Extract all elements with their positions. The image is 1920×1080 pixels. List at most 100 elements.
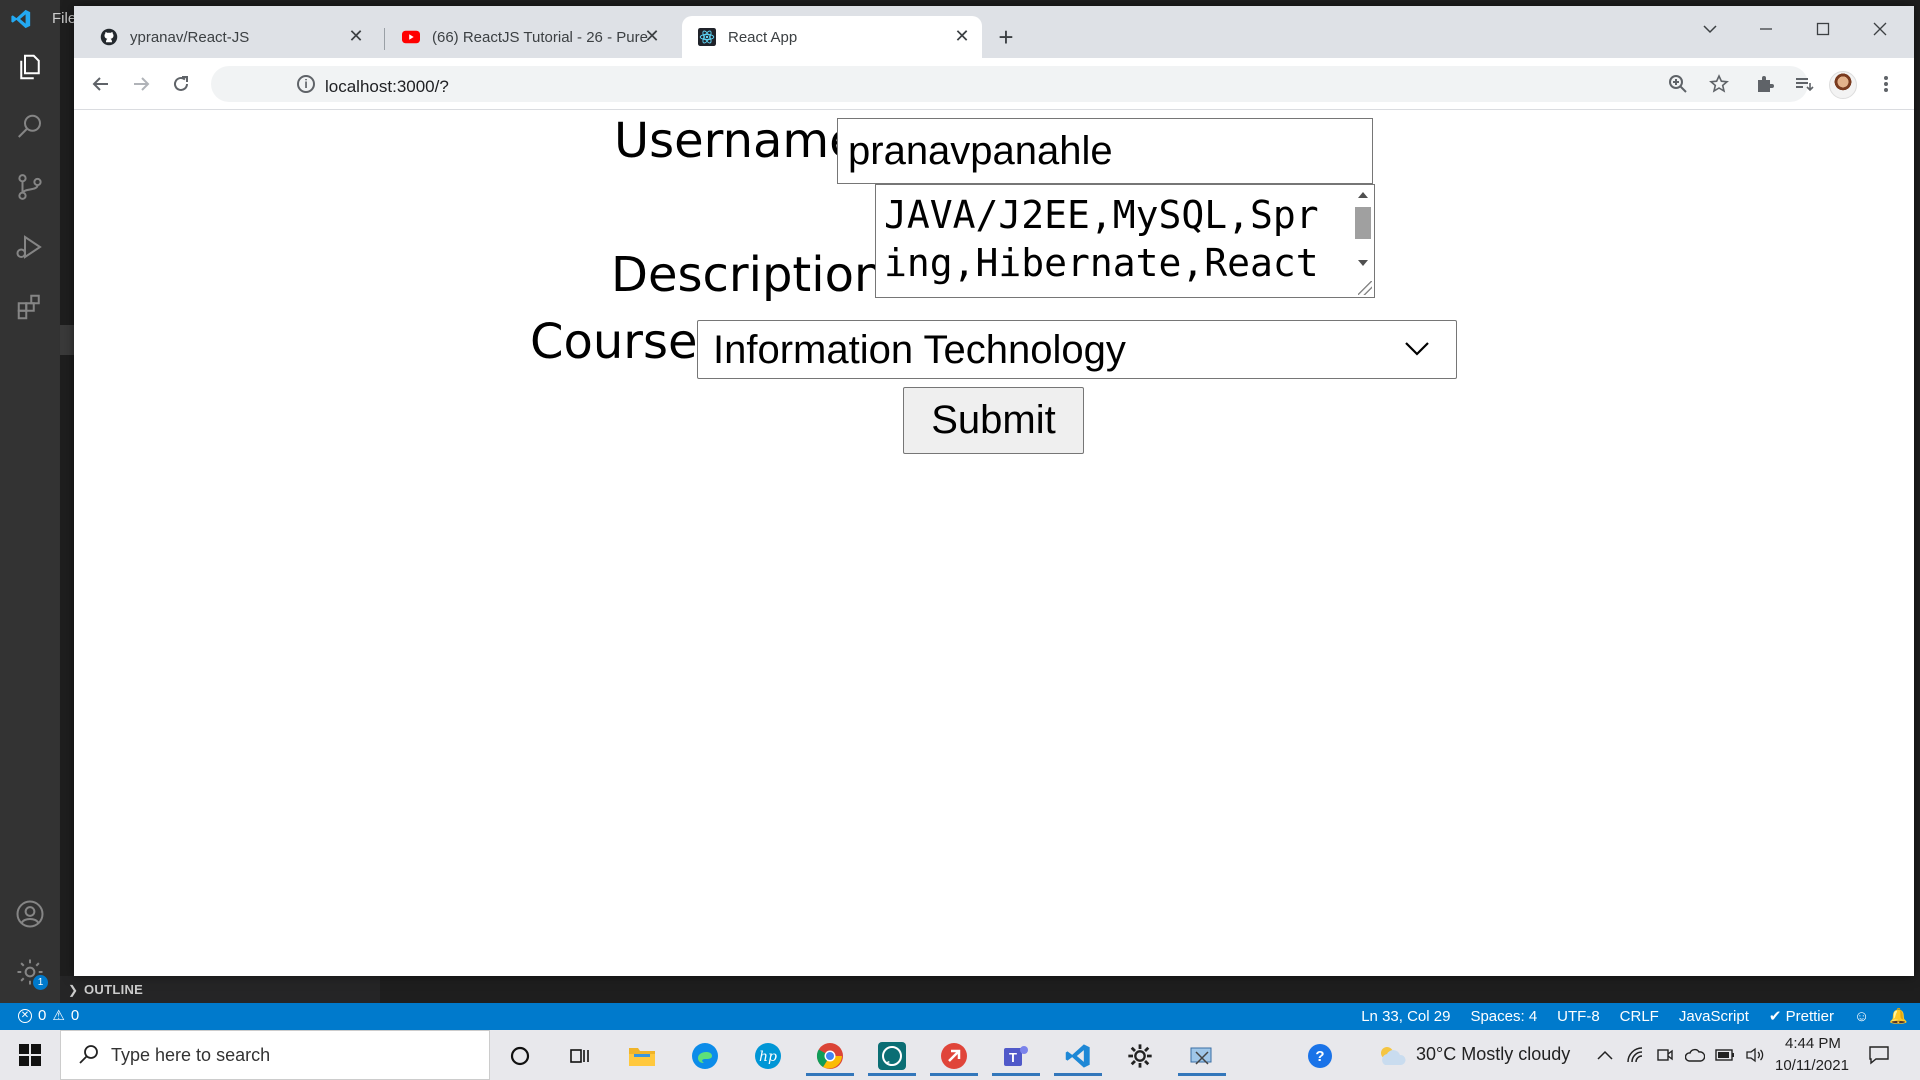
- url-text[interactable]: localhost:3000/?: [325, 77, 449, 97]
- weather-text[interactable]: 30°C Mostly cloudy: [1416, 1044, 1570, 1065]
- encoding[interactable]: UTF-8: [1557, 1008, 1600, 1025]
- scroll-down-icon[interactable]: [1358, 260, 1368, 266]
- help-icon[interactable]: ?: [1300, 1036, 1340, 1076]
- battery-icon[interactable]: [1714, 1044, 1736, 1066]
- profile-avatar[interactable]: [1829, 71, 1857, 99]
- scroll-thumb[interactable]: [1355, 207, 1371, 239]
- close-icon[interactable]: ✕: [642, 26, 662, 46]
- meet-camera-icon[interactable]: [1654, 1044, 1676, 1066]
- more-menu-icon[interactable]: [1874, 72, 1898, 96]
- source-control-icon[interactable]: [13, 170, 47, 204]
- task-view-icon[interactable]: [560, 1036, 600, 1076]
- volume-icon[interactable]: [1744, 1044, 1766, 1066]
- forward-button[interactable]: [126, 69, 156, 99]
- resize-handle-icon[interactable]: [1358, 281, 1372, 295]
- account-icon[interactable]: [13, 897, 47, 931]
- tab-title: (66) ReactJS Tutorial - 26 - Pure C: [432, 28, 648, 46]
- extensions-icon[interactable]: [13, 290, 47, 324]
- line-ending[interactable]: CRLF: [1620, 1008, 1659, 1025]
- cursor-position[interactable]: Ln 33, Col 29: [1361, 1008, 1450, 1025]
- zoom-icon[interactable]: [1666, 72, 1690, 96]
- vscode-taskbar-icon[interactable]: [1054, 1036, 1102, 1076]
- wifi-icon[interactable]: [1624, 1044, 1646, 1066]
- react-app-page: Username Description JAVA/J2EE,MySQL,Spr…: [74, 111, 1914, 976]
- onedrive-cloud-icon[interactable]: [1684, 1044, 1706, 1066]
- svg-text:T: T: [1009, 1050, 1017, 1065]
- textarea-scrollbar[interactable]: [1353, 186, 1373, 280]
- minimize-button[interactable]: [1746, 14, 1786, 44]
- active-app-indicator: [1054, 1073, 1102, 1076]
- reload-button[interactable]: [166, 69, 196, 99]
- new-tab-button[interactable]: +: [992, 24, 1020, 52]
- teams-icon[interactable]: T: [992, 1036, 1040, 1076]
- active-app-indicator: [992, 1073, 1040, 1076]
- problems-indicator[interactable]: ✕ 0 ⚠ 0: [18, 1007, 79, 1024]
- whatsapp-icon[interactable]: [868, 1036, 916, 1076]
- scroll-up-icon[interactable]: [1358, 192, 1368, 198]
- active-app-indicator: [930, 1073, 978, 1076]
- windows-start-icon[interactable]: [10, 1040, 50, 1070]
- tab-separator: [384, 28, 385, 50]
- settings-gear-icon[interactable]: 1: [13, 955, 48, 990]
- close-window-button[interactable]: [1860, 14, 1900, 44]
- warning-count: 0: [70, 1007, 80, 1024]
- error-icon: ✕: [18, 1008, 32, 1023]
- search-icon[interactable]: [13, 110, 47, 144]
- bookmark-star-icon[interactable]: [1707, 72, 1731, 96]
- vscode-logo-icon: [11, 9, 31, 29]
- explorer-icon[interactable]: [13, 50, 47, 84]
- username-input[interactable]: [837, 118, 1373, 184]
- snipping-tool-icon[interactable]: [1178, 1036, 1226, 1076]
- clock-date[interactable]: 10/11/2021: [1775, 1057, 1849, 1074]
- site-info-icon[interactable]: i: [297, 75, 315, 93]
- vscode-menu-file[interactable]: File: [52, 10, 76, 27]
- indentation[interactable]: Spaces: 4: [1470, 1008, 1537, 1025]
- vscode-status-bar: ✕ 0 ⚠ 0 Ln 33, Col 29 Spaces: 4 UTF-8 CR…: [0, 1003, 1920, 1030]
- chrome-icon[interactable]: [806, 1036, 854, 1076]
- github-icon: [100, 28, 118, 46]
- file-explorer-icon[interactable]: [622, 1036, 662, 1076]
- close-icon[interactable]: ✕: [952, 26, 972, 46]
- back-button[interactable]: [86, 69, 116, 99]
- course-select[interactable]: Information Technology: [697, 320, 1457, 379]
- feedback-icon[interactable]: ☺: [1854, 1008, 1869, 1025]
- extensions-puzzle-icon[interactable]: [1753, 72, 1777, 96]
- taskbar-search-box[interactable]: Type here to search: [60, 1030, 490, 1080]
- tab-youtube[interactable]: (66) ReactJS Tutorial - 26 - Pure C ✕: [386, 16, 672, 58]
- vscode-activity-bar: 1: [0, 0, 60, 1003]
- address-bar[interactable]: i localhost:3000/?: [211, 66, 1808, 102]
- edge-icon[interactable]: [685, 1036, 725, 1076]
- bell-icon[interactable]: 🔔: [1889, 1007, 1908, 1025]
- search-placeholder: Type here to search: [111, 1045, 271, 1065]
- course-label: Course: [530, 314, 698, 370]
- prettier-label: Prettier: [1785, 1008, 1834, 1025]
- notification-center-icon[interactable]: [1868, 1044, 1890, 1066]
- weather-cloud-icon[interactable]: [1372, 1036, 1412, 1076]
- tab-github[interactable]: ypranav/React-JS ✕: [84, 16, 376, 58]
- tab-search-chevron-icon[interactable]: [1690, 14, 1730, 44]
- hp-icon[interactable]: hp: [748, 1036, 788, 1076]
- browser-window: ypranav/React-JS ✕ (66) ReactJS Tutorial…: [74, 6, 1914, 976]
- settings-badge: 1: [33, 975, 48, 990]
- chevron-right-icon: ❯: [68, 983, 79, 997]
- tab-react-app[interactable]: React App ✕: [682, 16, 982, 58]
- description-text: JAVA/J2EE,MySQL,Spring,Hibernate,React: [884, 193, 1319, 285]
- reading-list-icon[interactable]: [1792, 72, 1816, 96]
- outline-panel-header[interactable]: ❯ OUTLINE: [60, 976, 1920, 1003]
- git-client-icon[interactable]: [930, 1036, 978, 1076]
- settings-app-icon[interactable]: [1120, 1036, 1160, 1076]
- cortana-icon[interactable]: [500, 1036, 540, 1076]
- close-icon[interactable]: ✕: [346, 26, 366, 46]
- description-textarea[interactable]: JAVA/J2EE,MySQL,Spring,Hibernate,React: [875, 184, 1375, 298]
- username-label: Username: [614, 113, 859, 169]
- chevron-up-icon[interactable]: [1594, 1044, 1616, 1066]
- prettier-status[interactable]: ✔ Prettier: [1769, 1007, 1834, 1025]
- maximize-button[interactable]: [1803, 14, 1843, 44]
- windows-taskbar: Type here to search hp T ? 30°C Mostly c…: [0, 1030, 1920, 1080]
- run-debug-icon[interactable]: [13, 230, 47, 264]
- language-mode[interactable]: JavaScript: [1679, 1008, 1749, 1025]
- clock-time[interactable]: 4:44 PM: [1785, 1035, 1841, 1052]
- submit-button[interactable]: Submit: [903, 387, 1084, 454]
- editor-panel-area: [380, 976, 1920, 1003]
- error-count: 0: [38, 1007, 47, 1024]
